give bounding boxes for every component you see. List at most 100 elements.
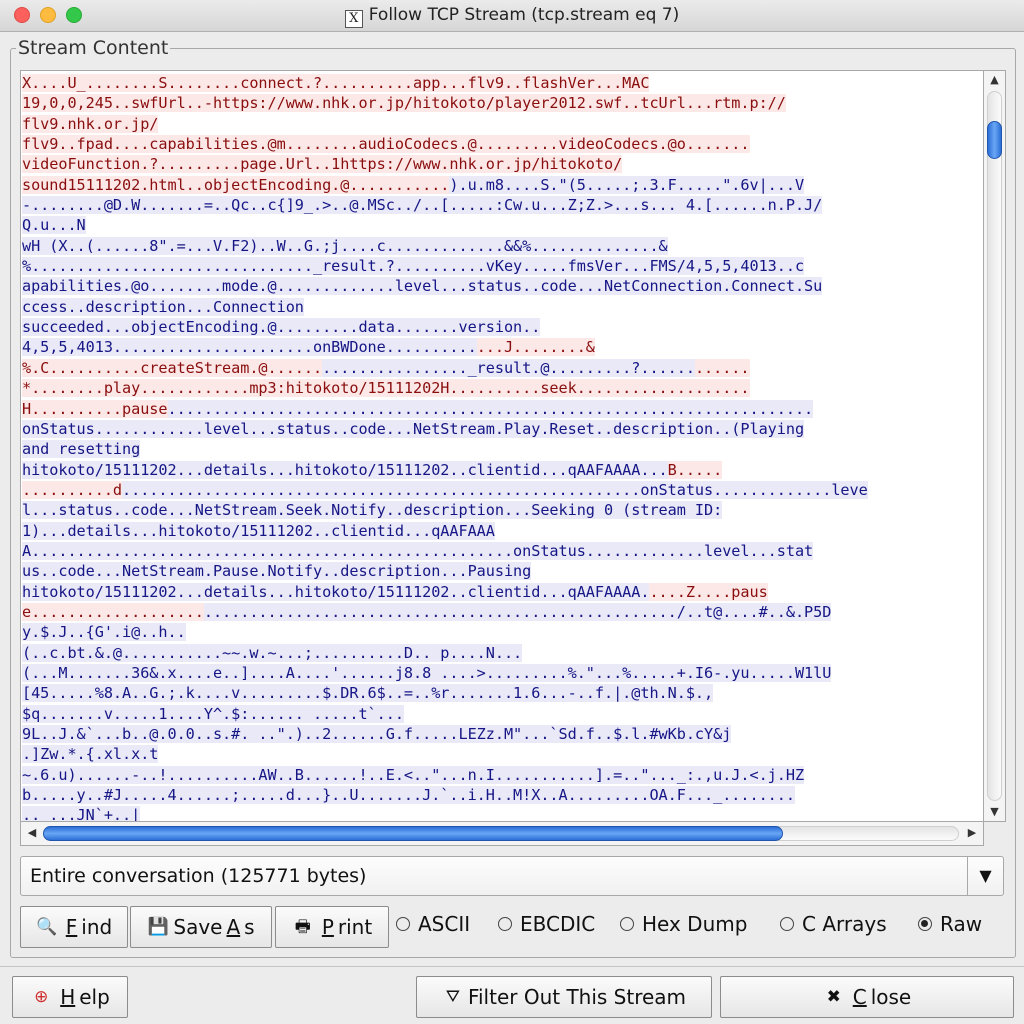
- radio-raw-dot[interactable]: [918, 917, 932, 931]
- client-segment: flv9.nhk.or.jp/: [22, 114, 159, 133]
- client-segment: 19,0,0,245..swfUrl..-https://www.nhk.or.…: [22, 94, 786, 113]
- save-as-button[interactable]: 💾 Save As: [130, 906, 272, 948]
- client-segment: videoFunction.?.........page.Url..1https…: [22, 155, 623, 174]
- stream-line: H..........pause........................…: [22, 399, 982, 419]
- horizontal-scrollbar[interactable]: ◀ ▶: [20, 822, 984, 846]
- vertical-scroll-thumb[interactable]: [987, 121, 1002, 159]
- server-segment: (...M.......36&.x....e..]....A....'.....…: [22, 663, 832, 682]
- server-segment: hitokoto/15111202...details...hitokoto/1…: [22, 582, 650, 601]
- stream-line: succeeded...objectEncoding.@.........dat…: [22, 317, 982, 337]
- client-segment: H..........pause: [22, 399, 168, 418]
- radio-ascii-dot[interactable]: [396, 917, 410, 931]
- horizontal-scroll-thumb[interactable]: [43, 826, 783, 841]
- radio-ebcdic-dot[interactable]: [498, 917, 512, 931]
- server-segment: 9L..J.&`...b..@.0.0..s.#. ..".)..2......…: [22, 725, 732, 743]
- server-segment: ........................................…: [167, 399, 814, 418]
- server-segment: A.......................................…: [22, 541, 814, 560]
- x11-app-icon: X: [344, 10, 363, 28]
- server-segment: (..c.bt.&.@...........~~.w.~...;........…: [22, 643, 523, 662]
- stream-line: -........@D.W.......=..Qc..c{]9_.>..@.MS…: [22, 195, 982, 215]
- stream-line: hitokoto/15111202...details...hitokoto/1…: [22, 582, 982, 602]
- stream-line: X....U_........S........connect.?.......…: [22, 73, 982, 93]
- stream-line: [45.....%8.A..G.;.k....v.........$.DR.6$…: [22, 683, 982, 703]
- format-radio-c-arrays[interactable]: C Arrays: [780, 912, 887, 936]
- server-segment: hitokoto/15111202...details...hitokoto/1…: [22, 460, 668, 479]
- stream-line: sound15111202.html..objectEncoding.@....…: [22, 175, 982, 195]
- window-title-wrap: X Follow TCP Stream (tcp.stream eq 7): [0, 5, 1024, 28]
- stream-line: flv9.nhk.or.jp/: [22, 114, 982, 134]
- stream-line: hitokoto/15111202...details...hitokoto/1…: [22, 460, 982, 480]
- dropdown-arrow-icon[interactable]: ▼: [967, 857, 1003, 895]
- stream-line: (..c.bt.&.@...........~~.w.~...;........…: [22, 643, 982, 663]
- server-segment: ccess..description...Connection: [22, 297, 304, 316]
- server-segment: wH (X..(......8".=...V.F2)..W..G.;j....c…: [22, 236, 668, 255]
- stream-line: ccess..description...Connection: [22, 297, 982, 317]
- server-segment: .. ...JN`+..|: [22, 806, 140, 821]
- stream-text-area[interactable]: X....U_........S........connect.?.......…: [20, 70, 984, 822]
- server-segment: %..............................._result.…: [22, 257, 805, 276]
- vertical-scroll-track[interactable]: [987, 91, 1002, 801]
- client-segment: %.C..........createStream.@......: [22, 358, 323, 377]
- help-button[interactable]: ⊕ Help: [12, 976, 128, 1018]
- scroll-up-arrow-icon[interactable]: ▲: [984, 71, 1005, 89]
- server-segment: onStatus............level...status..code…: [22, 419, 805, 438]
- stream-line: (...M.......36&.x....e..]....A....'.....…: [22, 663, 982, 683]
- stream-line: .]Zw.*.{.xl.x.t: [22, 744, 982, 764]
- server-segment: us..code...NetStream.Pause.Notify..descr…: [22, 562, 532, 581]
- server-segment: and resetting: [22, 440, 141, 459]
- save-icon: 💾: [147, 917, 169, 937]
- stream-line: $q.......v.....1....Y^.$:...... .....t`.…: [22, 704, 982, 724]
- server-segment: y.$.J..{G'.i@..h..: [22, 623, 186, 642]
- client-segment: e...................: [22, 602, 204, 621]
- server-segment: .]Zw.*.{.xl.x.t: [22, 745, 159, 764]
- vertical-scrollbar[interactable]: ▲ ▼: [984, 70, 1006, 822]
- server-segment: $q.......v.....1....Y^.$:...... .....t`.…: [22, 704, 404, 723]
- close-x-icon: ✖: [826, 987, 841, 1007]
- stream-line: %.C..........createStream.@.............…: [22, 358, 982, 378]
- stream-line: videoFunction.?.........page.Url..1https…: [22, 154, 982, 174]
- server-segment: b.....y..#J.....4......;.....d...}..U...…: [22, 786, 795, 805]
- stream-line: *........play............mp3:hitokoto/15…: [22, 378, 982, 398]
- client-segment: sound15111202.html..objectEncoding.@....…: [22, 175, 450, 194]
- radio-hex-dump-dot[interactable]: [620, 917, 634, 931]
- conversation-select[interactable]: Entire conversation (125771 bytes) ▼: [20, 856, 1004, 896]
- stream-line: apabilities.@o........mode.@............…: [22, 276, 982, 296]
- stream-line: %..............................._result.…: [22, 256, 982, 276]
- bottom-divider: [0, 966, 1024, 967]
- close-button[interactable]: ✖ Close: [720, 976, 1014, 1018]
- scroll-left-arrow-icon[interactable]: ◀: [23, 823, 41, 843]
- scroll-right-arrow-icon[interactable]: ▶: [963, 823, 981, 843]
- stream-content-label: Stream Content: [16, 37, 171, 59]
- filter-out-stream-button[interactable]: ⛛ Filter Out This Stream: [416, 976, 712, 1018]
- stream-line: and resetting: [22, 439, 982, 459]
- radio-c-arrays-dot[interactable]: [780, 917, 794, 931]
- server-segment: ........................................…: [203, 602, 832, 621]
- client-segment: ..........d: [22, 480, 123, 499]
- stream-line: 19,0,0,245..swfUrl..-https://www.nhk.or.…: [22, 93, 982, 113]
- server-segment: ~.6.u)......-..!..........AW..B......!..…: [22, 765, 805, 784]
- stream-line: 1)...details...hitokoto/15111202..client…: [22, 521, 982, 541]
- client-segment: flv9..fpad....capabilities.@m........aud…: [22, 135, 750, 154]
- stream-line: b.....y..#J.....4......;.....d...}..U...…: [22, 785, 982, 805]
- format-radio-ebcdic[interactable]: EBCDIC: [498, 912, 595, 936]
- format-radio-ascii[interactable]: ASCII: [396, 912, 470, 936]
- stream-line: e.......................................…: [22, 602, 982, 622]
- print-button[interactable]: 🖶 Print: [275, 906, 389, 948]
- server-segment: Q.u...N: [22, 216, 86, 235]
- scroll-down-arrow-icon[interactable]: ▼: [984, 803, 1005, 821]
- filter-icon: ⛛: [445, 987, 461, 1007]
- window-title: Follow TCP Stream (tcp.stream eq 7): [368, 5, 680, 25]
- title-bar: X Follow TCP Stream (tcp.stream eq 7): [0, 0, 1024, 32]
- server-segment: ).u.m8....S."(5.....;.3.F.....".6v|...V: [449, 175, 805, 194]
- client-segment: X....U_........S........connect.?.......…: [22, 74, 650, 92]
- stream-line: flv9..fpad....capabilities.@m........aud…: [22, 134, 982, 154]
- format-radio-hex-dump[interactable]: Hex Dump: [620, 912, 747, 936]
- find-button[interactable]: 🔍 Find: [20, 906, 128, 948]
- client-segment: ......: [694, 358, 750, 377]
- server-segment: l...status..code...NetStream.Seek.Notify…: [22, 501, 723, 520]
- lifebuoy-icon: ⊕: [34, 987, 49, 1007]
- stream-line: ..........d.............................…: [22, 480, 982, 500]
- format-radio-raw[interactable]: Raw: [918, 912, 982, 936]
- server-segment: 4,5,5,4013......................onBWDone…: [22, 338, 477, 357]
- server-segment: -........@D.W.......=..Qc..c{]9_.>..@.MS…: [22, 196, 823, 215]
